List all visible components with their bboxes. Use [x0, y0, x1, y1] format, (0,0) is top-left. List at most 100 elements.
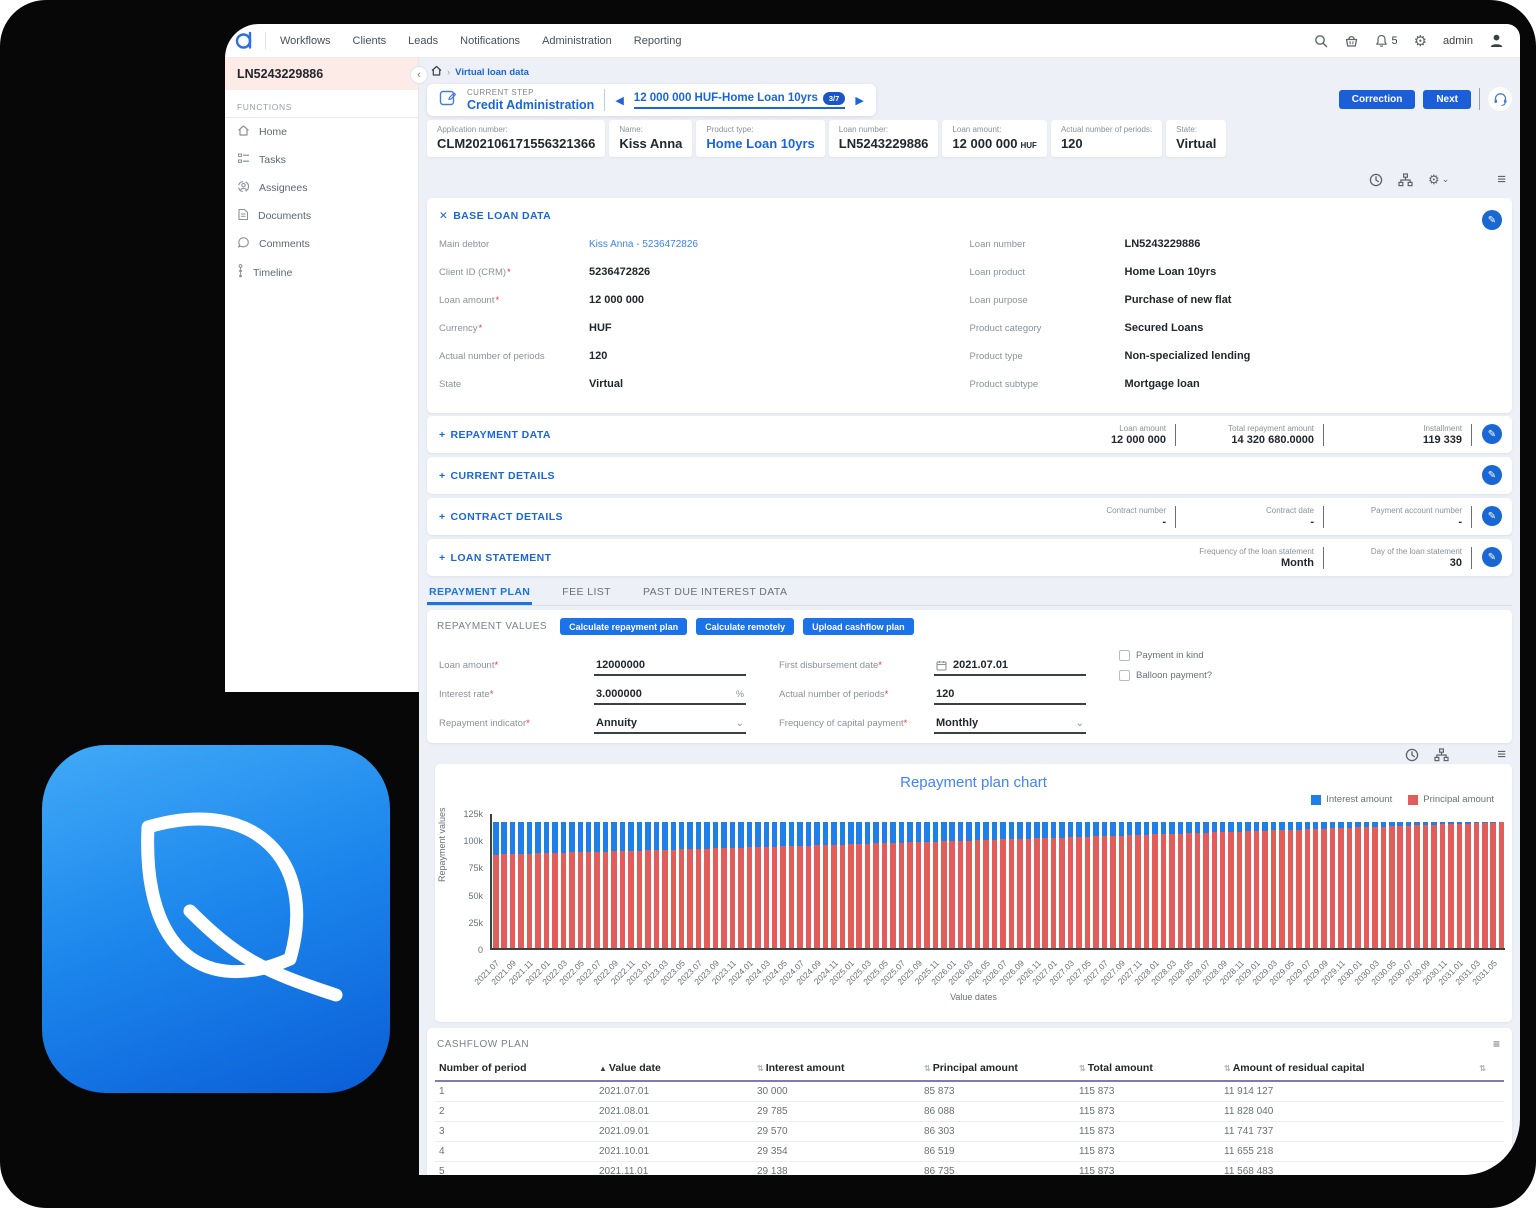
- table-row[interactable]: 22021.08.0129 78586 088115 87311 828 040: [435, 1102, 1504, 1122]
- nav-item-leads[interactable]: Leads: [408, 35, 438, 47]
- table-cell: 86 519: [920, 1142, 1075, 1162]
- search-icon[interactable]: [1314, 34, 1328, 48]
- column-header-principal-amount[interactable]: ⇅Principal amount: [920, 1058, 1075, 1081]
- nav-item-reporting[interactable]: Reporting: [634, 35, 682, 47]
- section-title-repayment_data[interactable]: +REPAYMENT DATA: [439, 429, 551, 441]
- principal-segment: [1110, 836, 1116, 948]
- table-row[interactable]: 52021.11.0129 13886 735115 87311 568 483: [435, 1162, 1504, 1176]
- notifications-bell-icon[interactable]: 5: [1375, 34, 1397, 48]
- support-headset-icon[interactable]: [1488, 87, 1512, 111]
- home-icon: [237, 124, 250, 140]
- column-header-total-amount[interactable]: ⇅Total amount: [1075, 1058, 1220, 1081]
- section-title-current_details[interactable]: +CURRENT DETAILS: [439, 470, 555, 482]
- table-row[interactable]: 12021.07.0130 00085 873115 87311 914 127: [435, 1081, 1504, 1102]
- settings-gear-dropdown-icon[interactable]: ⚙ ⌄: [1428, 172, 1449, 188]
- sidebar-item-documents[interactable]: Documents: [225, 202, 418, 230]
- actual-periods-input[interactable]: 120: [934, 688, 1086, 705]
- settings-gear-icon[interactable]: ⚙: [1414, 32, 1427, 50]
- sort-icon[interactable]: ⇅: [1479, 1064, 1486, 1073]
- upload-cashflow-plan-button[interactable]: Upload cashflow plan: [803, 618, 914, 635]
- interest-segment: [518, 822, 524, 854]
- sidebar-collapse-button[interactable]: ‹: [410, 66, 428, 84]
- tab-fee-list[interactable]: FEE LIST: [560, 582, 613, 605]
- correction-button[interactable]: Correction: [1339, 90, 1416, 109]
- interest-segment: [764, 822, 770, 847]
- user-avatar-icon[interactable]: [1489, 33, 1504, 48]
- table-row[interactable]: 42021.10.0129 35486 519115 87311 655 218: [435, 1142, 1504, 1162]
- edit-repayment_data-button[interactable]: ✎: [1482, 424, 1502, 444]
- history-clock-icon[interactable]: [1369, 173, 1383, 187]
- required-marker: *: [479, 323, 483, 334]
- step-progress-badge: 3/7: [823, 92, 845, 105]
- bar: [1093, 822, 1099, 948]
- column-header-value-date[interactable]: ▲Value date: [595, 1058, 753, 1081]
- interest-rate-input[interactable]: 3.000000%: [594, 688, 746, 705]
- table-cell: 115 873: [1075, 1162, 1220, 1176]
- nav-item-clients[interactable]: Clients: [353, 35, 387, 47]
- loan-amount-input[interactable]: 12000000: [594, 659, 746, 676]
- app-logo-icon[interactable]: [225, 30, 265, 52]
- table-cell: 85 873: [920, 1081, 1075, 1102]
- sidebar-item-tasks[interactable]: Tasks: [225, 146, 418, 174]
- next-button[interactable]: Next: [1423, 90, 1471, 109]
- repayment-indicator-select[interactable]: Annuity⌄: [594, 717, 746, 734]
- table-row[interactable]: 32021.09.0129 57086 303115 87311 741 737: [435, 1122, 1504, 1142]
- interest-segment: [1237, 822, 1243, 832]
- bar: [941, 822, 947, 948]
- base-loan-data-title[interactable]: BASE LOAN DATA: [453, 210, 551, 222]
- next-loan-arrow[interactable]: ▶: [855, 94, 863, 107]
- sidebar-loan-id[interactable]: LN5243229886: [225, 58, 418, 90]
- nav-item-administration[interactable]: Administration: [542, 35, 612, 47]
- column-header-interest-amount[interactable]: ⇅Interest amount: [753, 1058, 920, 1081]
- section-title-contract_details[interactable]: +CONTRACT DETAILS: [439, 511, 563, 523]
- bar: [1228, 822, 1234, 948]
- edit-contract_details-button[interactable]: ✎: [1482, 506, 1502, 526]
- sidebar-item-home[interactable]: Home: [225, 118, 418, 146]
- history-clock-icon[interactable]: [1405, 748, 1419, 762]
- calculate-remotely-button[interactable]: Calculate remotely: [696, 618, 794, 635]
- bar: [569, 822, 575, 948]
- section-title-loan_statement[interactable]: +LOAN STATEMENT: [439, 552, 551, 564]
- edit-current_details-button[interactable]: ✎: [1482, 465, 1502, 485]
- checkbox-balloon-payment-[interactable]: [1119, 670, 1130, 681]
- calendar-icon[interactable]: [936, 660, 947, 671]
- prev-loan-arrow[interactable]: ◀: [615, 94, 623, 107]
- sort-asc-icon[interactable]: ▲: [599, 1064, 607, 1073]
- interest-segment: [772, 822, 778, 847]
- breadcrumb-page[interactable]: Virtual loan data: [455, 67, 529, 78]
- menu-icon[interactable]: ≡: [1493, 1037, 1500, 1051]
- sort-icon[interactable]: ⇅: [1079, 1064, 1086, 1073]
- sidebar-item-comments[interactable]: Comments: [225, 230, 418, 258]
- sort-icon[interactable]: ⇅: [924, 1064, 931, 1073]
- principal-segment: [611, 851, 617, 948]
- sidebar-item-timeline[interactable]: Timeline: [225, 258, 418, 287]
- checkbox-payment-in-kind[interactable]: [1119, 650, 1130, 661]
- sort-icon[interactable]: ⇅: [1224, 1064, 1231, 1073]
- loan-title[interactable]: 12 000 000 HUF-Home Loan 10yrs 3/7: [634, 92, 846, 109]
- column-header-number-of-period[interactable]: Number of period: [435, 1058, 595, 1081]
- calculate-repayment-plan-button[interactable]: Calculate repayment plan: [560, 618, 687, 635]
- principal-segment: [687, 849, 693, 948]
- bar: [890, 822, 896, 948]
- collapse-x-icon[interactable]: ✕: [439, 210, 448, 222]
- menu-icon[interactable]: ≡: [1497, 746, 1506, 763]
- menu-icon[interactable]: ≡: [1497, 171, 1506, 188]
- nav-item-workflows[interactable]: Workflows: [280, 35, 331, 47]
- sort-icon[interactable]: ⇅: [757, 1064, 764, 1073]
- tab-repayment-plan[interactable]: REPAYMENT PLAN: [427, 582, 532, 605]
- field-label: State: [439, 379, 589, 390]
- column-header-amount-of-residual-capital[interactable]: ⇅Amount of residual capital: [1220, 1058, 1475, 1081]
- freq-capital-payment-select[interactable]: Monthly⌄: [934, 717, 1086, 734]
- sidebar-item-assignees[interactable]: Assignees: [225, 174, 418, 202]
- first-disbursement-date-input[interactable]: 2021.07.01: [934, 659, 1086, 676]
- basket-icon[interactable]: [1344, 34, 1359, 48]
- edit-loan_statement-button[interactable]: ✎: [1482, 547, 1502, 567]
- tab-past-due-interest-data[interactable]: PAST DUE INTEREST DATA: [641, 582, 789, 605]
- principal-segment: [518, 854, 524, 948]
- sitemap-icon[interactable]: [1434, 748, 1449, 762]
- edit-base-loan-data-button[interactable]: ✎: [1482, 210, 1502, 230]
- nav-item-notifications[interactable]: Notifications: [460, 35, 520, 47]
- home-icon[interactable]: [431, 65, 442, 79]
- field-value[interactable]: Kiss Anna - 5236472826: [589, 239, 698, 250]
- sitemap-icon[interactable]: [1398, 173, 1413, 187]
